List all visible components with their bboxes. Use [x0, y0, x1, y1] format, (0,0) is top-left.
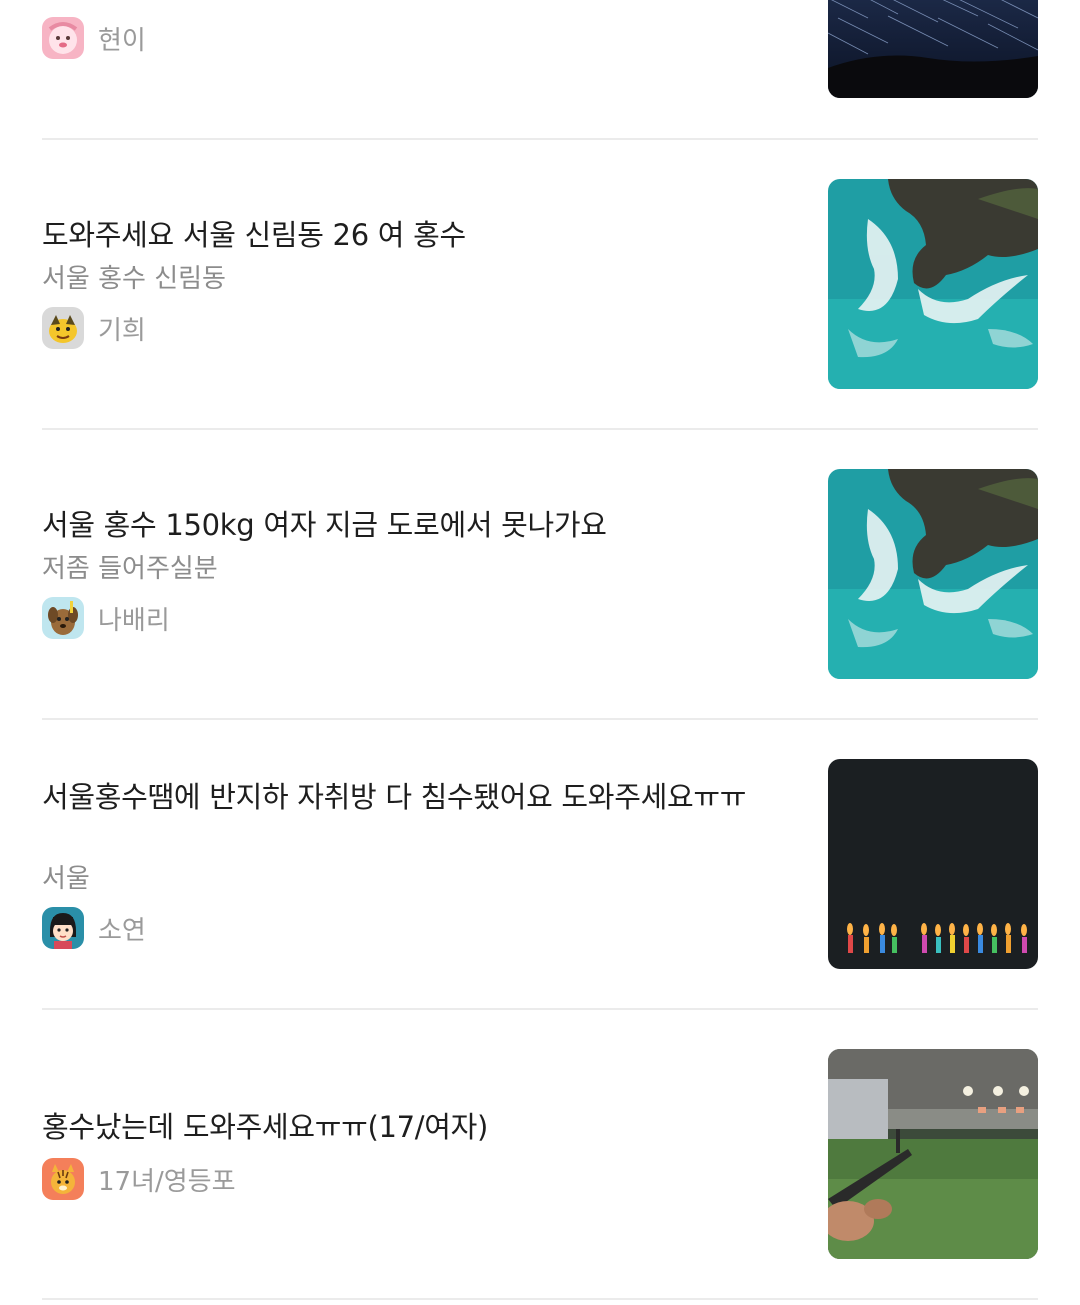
- post-title: 서울홍수땜에 반지하 자취방 다 침수됐어요 도와주세요ㅠㅠ: [42, 780, 747, 814]
- post-author: 소연: [42, 907, 146, 949]
- author-name: 나배리: [98, 605, 170, 636]
- shooting-range-photo-icon: [828, 1049, 1038, 1259]
- post-item[interactable]: 홍수났는데 도와주세요ㅠㅠ(17/여자) 17녀/영등포: [42, 1010, 1038, 1298]
- orange-tiger-avatar-icon: [42, 1158, 84, 1200]
- post-subtitle: 서울 홍수 신림동: [42, 264, 226, 294]
- post-subtitle: 저좀 들어주실분: [42, 554, 218, 584]
- author-name: 기희: [98, 315, 146, 346]
- aerial-ocean-cliff-photo-icon: [828, 469, 1038, 679]
- post-title-partial: [42, 0, 792, 2]
- divider: [42, 1298, 1038, 1300]
- author-name: 소연: [98, 915, 146, 946]
- post-title: 서울 홍수 150kg 여자 지금 도로에서 못나가요: [42, 508, 607, 542]
- aerial-ocean-cliff-photo-icon: [828, 179, 1038, 389]
- post-item[interactable]: 서울 홍수 150kg 여자 지금 도로에서 못나가요 저좀 들어주실분 나배리: [42, 430, 1038, 718]
- post-item[interactable]: 서울홍수땜에 반지하 자취방 다 침수됐어요 도와주세요ㅠㅠ 서울 소연: [42, 720, 1038, 1008]
- post-author: 기희: [42, 307, 146, 349]
- post-title: 도와주세요 서울 신림동 26 여 홍수: [42, 218, 466, 252]
- post-author: 나배리: [42, 597, 170, 639]
- birthday-candles-photo-icon: [828, 759, 1038, 969]
- post-feed: 현이 도와주세요 서울 신림동 26 여 홍수 서울 홍수 신림동 기희 서울 …: [0, 0, 1080, 1305]
- post-title: 홍수났는데 도와주세요ㅠㅠ(17/여자): [42, 1110, 489, 1144]
- pink-character-avatar-icon: [42, 17, 84, 59]
- post-item[interactable]: 현이: [42, 0, 1038, 138]
- author-name: 현이: [98, 25, 146, 56]
- post-author: 17녀/영등포: [42, 1158, 236, 1200]
- post-subtitle: 서울: [42, 864, 90, 894]
- girl-character-avatar-icon: [42, 907, 84, 949]
- post-item[interactable]: 도와주세요 서울 신림동 26 여 홍수 서울 홍수 신림동 기희: [42, 140, 1038, 428]
- author-name: 17녀/영등포: [98, 1166, 236, 1197]
- star-trails-night-photo-icon: [828, 0, 1038, 98]
- brown-dog-avatar-icon: [42, 597, 84, 639]
- post-author: 현이: [42, 17, 146, 59]
- yellow-character-avatar-icon: [42, 307, 84, 349]
